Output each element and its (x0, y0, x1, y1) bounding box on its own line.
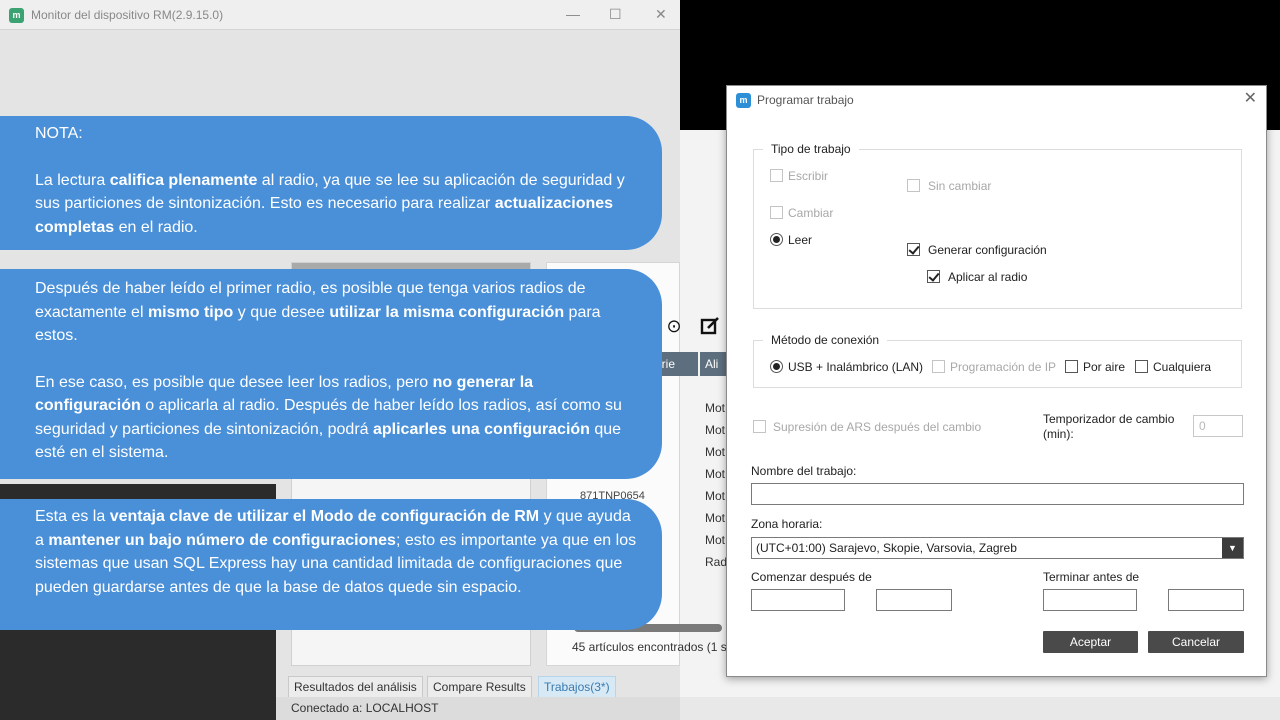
status-bar: Conectado a: LOCALHOST (276, 697, 680, 720)
app-logo-icon: m (9, 8, 24, 23)
connection-method-label: Método de conexión (763, 333, 888, 347)
close-icon[interactable]: ✕ (1244, 90, 1257, 108)
timezone-value: (UTC+01:00) Sarajevo, Skopie, Varsovia, … (756, 541, 1017, 555)
timezone-label: Zona horaria: (751, 517, 823, 531)
note-text: Después de haber leído el primer radio, … (35, 280, 601, 344)
minimize-icon[interactable]: — (566, 6, 580, 22)
close-icon[interactable]: ✕ (655, 6, 667, 23)
background-window-title: Monitor del dispositivo RM(2.9.15.0) (31, 8, 224, 22)
end-before-label: Terminar antes de (1043, 570, 1140, 584)
start-time-input[interactable] (876, 589, 952, 611)
connection-status: Conectado a: LOCALHOST (291, 701, 439, 715)
cancel-button[interactable]: Cancelar (1148, 631, 1244, 653)
end-date-input[interactable] (1043, 589, 1137, 611)
note-text: En ese caso, es posible que desee leer l… (35, 373, 622, 462)
note-text: Esta es la ventaja clave de utilizar el … (35, 508, 637, 596)
tab-scan-results[interactable]: Resultados del análisis (288, 676, 423, 698)
edit-icon[interactable] (700, 316, 720, 336)
status-bar-right (680, 697, 1280, 720)
dialog-title: Programar trabajo (757, 93, 854, 107)
end-time-input[interactable] (1168, 589, 1244, 611)
tab-jobs[interactable]: Trabajos(3*) (538, 676, 616, 698)
note-callout-2: Después de haber leído el primer radio, … (0, 269, 662, 479)
note-callout-3: Esta es la ventaja clave de utilizar el … (0, 499, 662, 630)
maximize-icon[interactable]: ☐ (609, 6, 622, 23)
timer-input[interactable] (1193, 415, 1243, 437)
note-text: La lectura califica plenamente al radio,… (35, 171, 625, 236)
chevron-down-icon[interactable]: ▼ (1222, 538, 1243, 558)
note-callout-1: NOTA: La lectura califica plenamente al … (0, 116, 662, 250)
job-name-label: Nombre del trabajo: (751, 464, 857, 478)
start-date-input[interactable] (751, 589, 845, 611)
tab-compare-results[interactable]: Compare Results (427, 676, 532, 698)
accept-button[interactable]: Aceptar (1043, 631, 1138, 653)
start-after-label: Comenzar después de (751, 570, 872, 584)
schedule-job-dialog: m Programar trabajo ✕ Tipo de trabajo Es… (726, 85, 1267, 677)
more-options-icon[interactable]: ⊙ (664, 316, 684, 336)
timer-label: Temporizador de cambio (min): (1043, 412, 1175, 441)
items-found-text: 45 artículos encontrados (1 se (572, 640, 734, 654)
job-type-label: Tipo de trabajo (763, 142, 859, 156)
app-logo-icon: m (736, 93, 751, 108)
background-titlebar: m Monitor del dispositivo RM(2.9.15.0) —… (0, 0, 680, 30)
timezone-select[interactable]: (UTC+01:00) Sarajevo, Skopie, Varsovia, … (751, 537, 1244, 559)
note-heading: NOTA: (35, 125, 83, 142)
column-header-alias[interactable]: Ali (700, 352, 726, 376)
job-name-input[interactable] (751, 483, 1244, 505)
